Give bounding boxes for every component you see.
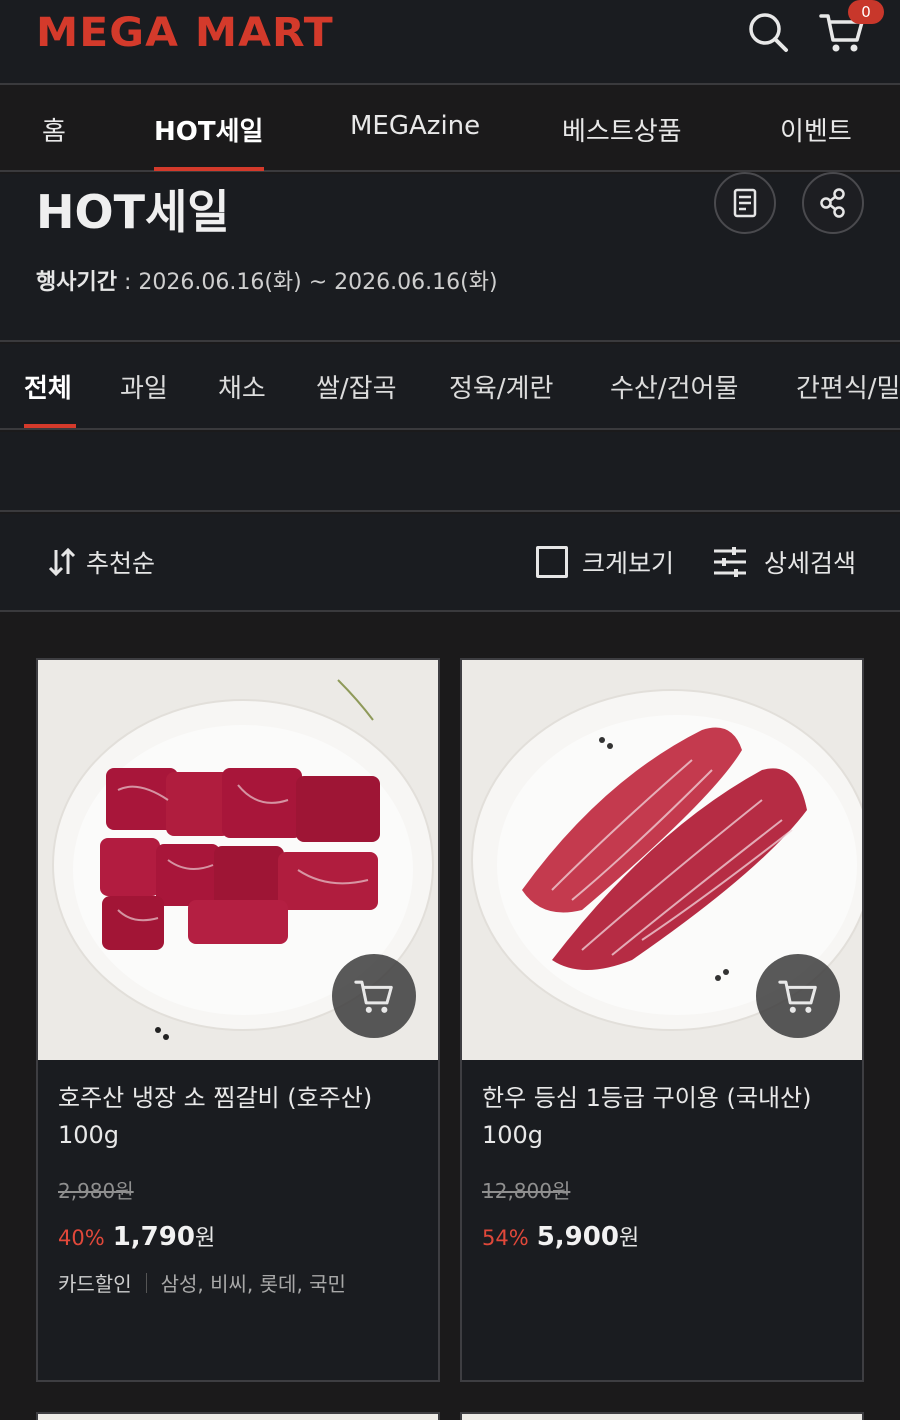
nav-megazine[interactable]: MEGAzine — [350, 111, 480, 141]
card-discount-banks: 삼성, 비씨, 롯데, 국민 — [160, 1272, 346, 1296]
add-to-cart-button[interactable] — [756, 954, 840, 1038]
document-icon — [733, 188, 757, 218]
product-name[interactable]: 호주산 냉장 소 찜갈비 (호주산) 100g — [58, 1080, 418, 1154]
sale-price: 1,790원 — [113, 1220, 216, 1252]
big-view-checkbox[interactable] — [536, 546, 568, 578]
big-view-label: 크게보기 — [582, 549, 675, 578]
product-image[interactable] — [38, 660, 438, 1060]
main-nav: 홈 HOT세일 MEGAzine 베스트상품 이벤트 — [0, 87, 900, 172]
tab-meat-eggs[interactable]: 정육/계란 — [449, 368, 553, 405]
share-button[interactable] — [802, 172, 864, 234]
sale-price-value: 1,790 — [112, 1222, 195, 1252]
app-header: MEGA MART 0 — [0, 0, 900, 85]
sort-arrows-icon — [48, 547, 76, 577]
sale-period-label: 행사기간 — [36, 270, 117, 295]
nav-events[interactable]: 이벤트 — [780, 111, 852, 148]
sale-period: 행사기간 : 2026.06.16(화) ~ 2026.06.16(화) — [36, 264, 498, 296]
currency-unit: 원 — [618, 1226, 640, 1251]
sale-period-value: : 2026.06.16(화) ~ 2026.06.16(화) — [116, 270, 498, 295]
sale-price: 5,900원 — [537, 1220, 640, 1252]
tab-fruit[interactable]: 과일 — [120, 368, 168, 405]
divider — [145, 1272, 147, 1293]
page-title: HOT세일 — [36, 185, 230, 239]
nav-hot-sale[interactable]: HOT세일 — [154, 111, 263, 148]
category-tabs: 전체 과일 채소 쌀/잡곡 정육/계란 수산/건어물 간편식/밀 — [0, 344, 900, 430]
sort-filter-bar: 추천순 크게보기 상세검색 — [0, 514, 900, 612]
mega-mart-logo[interactable]: MEGA MART — [36, 10, 334, 56]
discount-rate: 54% — [482, 1226, 529, 1250]
price-row: 40% 1,790원 — [58, 1220, 215, 1252]
section-spacer — [0, 432, 900, 512]
nav-best-products[interactable]: 베스트상품 — [562, 111, 682, 148]
product-grid: 호주산 냉장 소 찜갈비 (호주산) 100g 2,980원 40% 1,790… — [0, 614, 900, 1420]
detail-search-button[interactable]: 상세검색 — [712, 542, 856, 582]
cart-icon — [778, 980, 817, 1013]
sale-price-value: 5,900 — [536, 1222, 619, 1252]
tab-seafood[interactable]: 수산/건어물 — [610, 368, 738, 405]
card-discount-label: 카드할인 — [58, 1272, 132, 1296]
tab-vegetables[interactable]: 채소 — [218, 368, 266, 405]
tab-rice-grains[interactable]: 쌀/잡곡 — [316, 368, 397, 405]
currency-unit: 원 — [194, 1226, 216, 1251]
price-row: 54% 5,900원 — [482, 1220, 639, 1252]
product-card-partial[interactable] — [460, 1412, 864, 1420]
discount-rate: 40% — [58, 1226, 105, 1250]
share-icon — [820, 188, 845, 218]
big-view-toggle[interactable]: 크게보기 — [536, 544, 674, 580]
product-name[interactable]: 한우 등심 1등급 구이용 (국내산) 100g — [482, 1080, 842, 1154]
tab-convenience-food[interactable]: 간편식/밀 — [796, 368, 900, 405]
product-card[interactable]: 한우 등심 1등급 구이용 (국내산) 100g 12,800원 54% 5,9… — [460, 658, 864, 1382]
page-header: HOT세일 행사기간 : 2026.06.16(화) ~ 2026.06.16(… — [0, 172, 900, 342]
sort-button[interactable]: 추천순 — [46, 542, 155, 582]
add-to-cart-button[interactable] — [332, 954, 416, 1038]
card-discount-info: 카드할인 삼성, 비씨, 롯데, 국민 — [58, 1268, 346, 1297]
detail-search-label: 상세검색 — [764, 549, 857, 578]
flyer-button[interactable] — [714, 172, 776, 234]
search-button[interactable] — [746, 10, 790, 54]
product-card[interactable]: 호주산 냉장 소 찜갈비 (호주산) 100g 2,980원 40% 1,790… — [36, 658, 440, 1382]
category-active-indicator — [24, 424, 76, 428]
original-price: 12,800원 — [482, 1179, 571, 1203]
filter-sliders-icon — [714, 547, 746, 577]
sort-label: 추천순 — [86, 549, 156, 578]
cart-icon — [354, 980, 393, 1013]
tab-all[interactable]: 전체 — [24, 368, 72, 405]
cart-count-badge: 0 — [848, 0, 884, 24]
product-image[interactable] — [462, 660, 862, 1060]
nav-home[interactable]: 홈 — [42, 111, 66, 148]
product-card-partial[interactable] — [36, 1412, 440, 1420]
nav-active-indicator — [154, 167, 264, 171]
original-price: 2,980원 — [58, 1179, 134, 1203]
search-icon — [749, 13, 788, 52]
